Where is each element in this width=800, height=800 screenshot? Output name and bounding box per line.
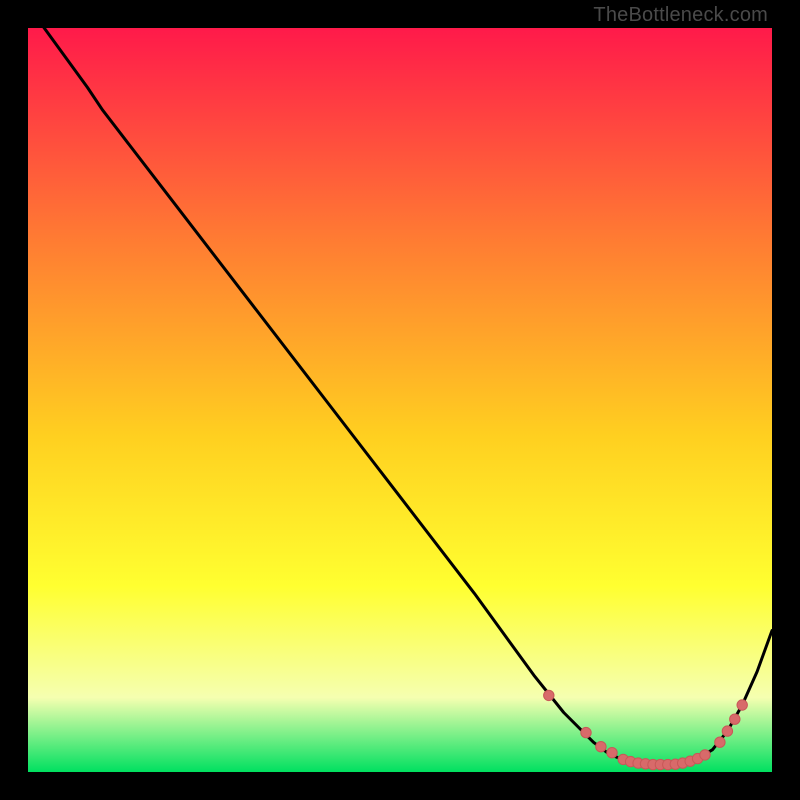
marker-point (544, 690, 554, 700)
marker-point (715, 737, 725, 747)
marker-point (700, 750, 710, 760)
marker-point (607, 748, 617, 758)
gradient-background (28, 28, 772, 772)
marker-point (730, 714, 740, 724)
chart-frame (28, 28, 772, 772)
watermark-text: TheBottleneck.com (593, 4, 768, 27)
marker-point (737, 700, 747, 710)
bottleneck-chart (28, 28, 772, 772)
marker-point (722, 726, 732, 736)
marker-point (596, 742, 606, 752)
marker-point (581, 727, 591, 737)
